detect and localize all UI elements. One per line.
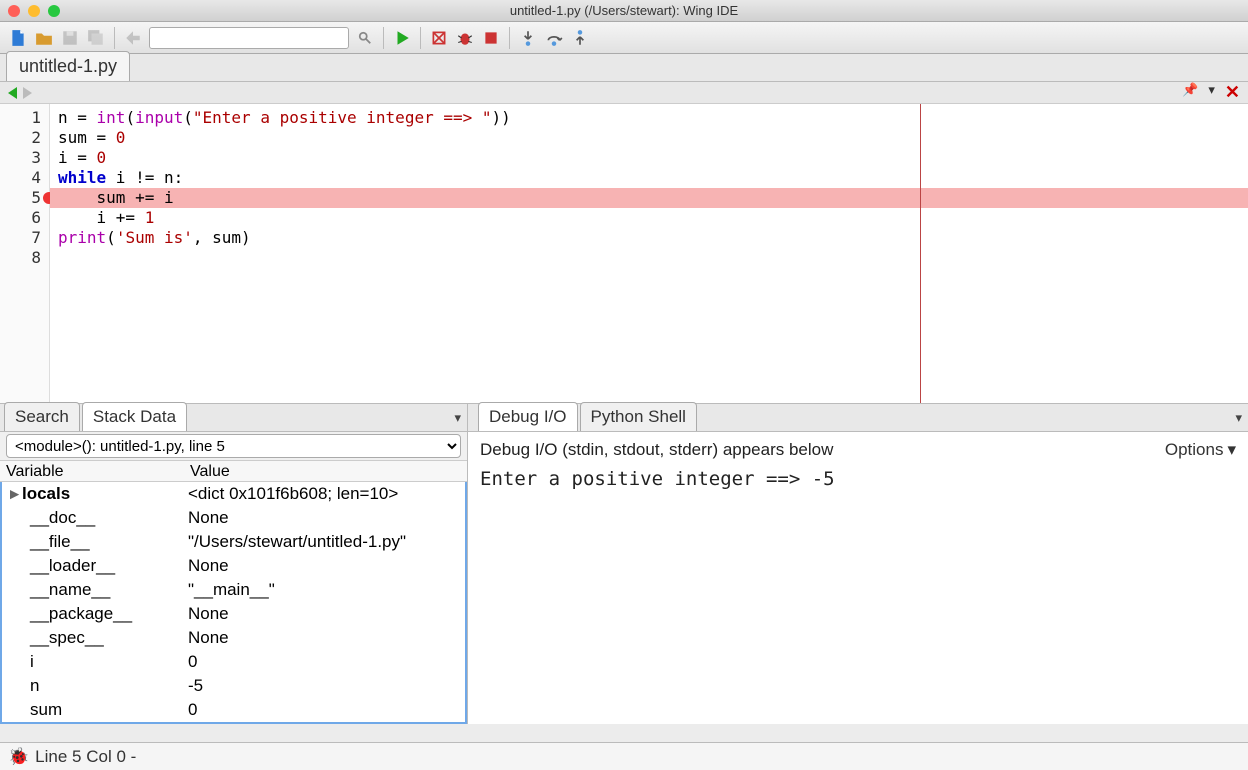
left-pane: Search Stack Data ▾ <module>(): untitled… — [0, 404, 468, 724]
new-file-icon[interactable] — [8, 28, 28, 48]
editor-navrow: 📌 ▾ ✕ — [0, 82, 1248, 104]
save-icon[interactable] — [60, 28, 80, 48]
bottom-panes: Search Stack Data ▾ <module>(): untitled… — [0, 404, 1248, 724]
stack-data-row[interactable]: i0 — [2, 650, 465, 674]
stack-data-row[interactable]: __loader__None — [2, 554, 465, 578]
chevron-down-icon[interactable]: ▾ — [1208, 82, 1215, 103]
left-pane-tabs: Search Stack Data ▾ — [0, 404, 467, 432]
stop-icon[interactable] — [481, 28, 501, 48]
minimize-window-button[interactable] — [28, 5, 40, 17]
open-file-icon[interactable] — [34, 28, 54, 48]
stack-data-header: Variable Value — [0, 460, 467, 482]
main-toolbar — [0, 22, 1248, 54]
editor: 12345678 n = int(input("Enter a positive… — [0, 104, 1248, 404]
line-number[interactable]: 2 — [4, 128, 41, 148]
status-bar: 🐞 Line 5 Col 0 - — [0, 742, 1248, 770]
debug-icon[interactable] — [455, 28, 475, 48]
chevron-down-icon: ▾ — [1227, 440, 1236, 460]
pin-icon[interactable]: 📌 — [1182, 82, 1198, 103]
code-line[interactable]: print('Sum is', sum) — [50, 228, 1248, 248]
close-window-button[interactable] — [8, 5, 20, 17]
code-line[interactable]: i = 0 — [50, 148, 1248, 168]
tab-stack-data[interactable]: Stack Data — [82, 402, 187, 431]
line-number[interactable]: 3 — [4, 148, 41, 168]
code-area[interactable]: n = int(input("Enter a positive integer … — [50, 104, 1248, 403]
stack-data-row[interactable]: __package__None — [2, 602, 465, 626]
step-into-icon[interactable] — [518, 28, 538, 48]
column-guide — [920, 104, 921, 403]
stop-debug-icon[interactable] — [429, 28, 449, 48]
tab-search[interactable]: Search — [4, 402, 80, 431]
run-icon[interactable] — [392, 28, 412, 48]
code-line[interactable]: sum += i — [50, 188, 1248, 208]
goto-icon[interactable] — [123, 28, 143, 48]
line-number[interactable]: 6 — [4, 208, 41, 228]
stack-data-row[interactable]: sum0 — [2, 698, 465, 722]
code-line[interactable]: n = int(input("Enter a positive integer … — [50, 108, 1248, 128]
stack-data-row[interactable]: n-5 — [2, 674, 465, 698]
pane-menu-icon[interactable]: ▾ — [1235, 410, 1242, 426]
tab-debug-io[interactable]: Debug I/O — [478, 402, 578, 431]
stack-data-row[interactable]: __doc__None — [2, 506, 465, 530]
stack-data-row[interactable]: __name__"__main__" — [2, 578, 465, 602]
frame-selector: <module>(): untitled-1.py, line 5 — [0, 432, 467, 460]
code-line[interactable]: while i != n: — [50, 168, 1248, 188]
line-number[interactable]: 7 — [4, 228, 41, 248]
nav-back-icon[interactable] — [8, 87, 17, 99]
line-number[interactable]: 8 — [4, 248, 41, 268]
bug-icon: 🐞 — [8, 747, 29, 767]
stack-data-body[interactable]: ▸locals<dict 0x101f6b608; len=10>__doc__… — [0, 482, 467, 724]
line-number[interactable]: 4 — [4, 168, 41, 188]
pane-menu-icon[interactable]: ▾ — [454, 410, 461, 426]
status-text: Line 5 Col 0 - — [35, 747, 136, 767]
editor-tab[interactable]: untitled-1.py — [6, 51, 130, 81]
search-input[interactable] — [149, 27, 349, 49]
line-gutter[interactable]: 12345678 — [0, 104, 50, 403]
col-variable: Variable — [0, 461, 184, 481]
close-editor-icon[interactable]: ✕ — [1225, 82, 1240, 103]
stack-data-row[interactable]: __file__"/Users/stewart/untitled-1.py" — [2, 530, 465, 554]
code-line[interactable]: sum = 0 — [50, 128, 1248, 148]
right-pane: Debug I/O Python Shell ▾ Debug I/O (stdi… — [468, 404, 1248, 724]
line-number[interactable]: 1 — [4, 108, 41, 128]
stack-data-row[interactable]: __spec__None — [2, 626, 465, 650]
nav-forward-icon[interactable] — [23, 87, 32, 99]
step-out-icon[interactable] — [570, 28, 590, 48]
zoom-window-button[interactable] — [48, 5, 60, 17]
code-line[interactable]: i += 1 — [50, 208, 1248, 228]
save-all-icon[interactable] — [86, 28, 106, 48]
debug-io-console[interactable]: Enter a positive integer ==> -5 — [480, 468, 1236, 490]
search-icon[interactable] — [355, 31, 375, 45]
step-over-icon[interactable] — [544, 28, 564, 48]
frame-select[interactable]: <module>(): untitled-1.py, line 5 — [6, 434, 461, 458]
editor-tabstrip: untitled-1.py — [0, 54, 1248, 82]
line-number[interactable]: 5 — [4, 188, 41, 208]
window-title: untitled-1.py (/Users/stewart): Wing IDE — [0, 3, 1248, 18]
col-value: Value — [184, 461, 236, 481]
options-menu[interactable]: Options ▾ — [1165, 440, 1236, 460]
right-pane-tabs: Debug I/O Python Shell ▾ — [468, 404, 1248, 432]
stack-data-row[interactable]: ▸locals<dict 0x101f6b608; len=10> — [2, 482, 465, 506]
tab-python-shell[interactable]: Python Shell — [580, 402, 697, 431]
debug-io-heading: Debug I/O (stdin, stdout, stderr) appear… — [480, 440, 833, 460]
titlebar: untitled-1.py (/Users/stewart): Wing IDE — [0, 0, 1248, 22]
